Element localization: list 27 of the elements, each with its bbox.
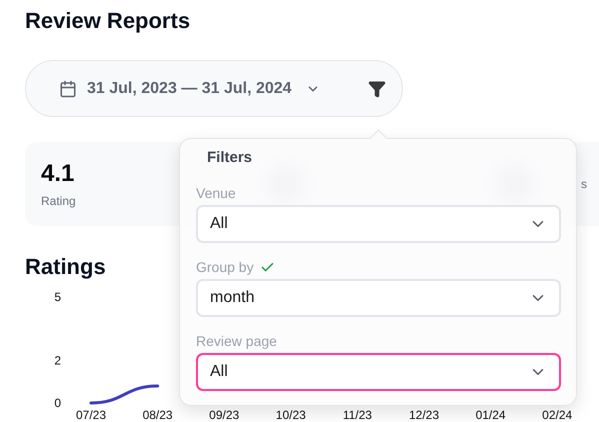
axis-tick-label: 5 — [54, 290, 61, 304]
axis-tick-label: 09/23 — [209, 408, 240, 422]
stat-value: 4.1 — [41, 160, 76, 188]
axis-tick-label: 10/23 — [276, 408, 306, 422]
calendar-icon — [59, 80, 77, 98]
stat-label: s — [581, 177, 587, 191]
section-title: Ratings — [25, 253, 106, 281]
axis-tick-label: 01/24 — [476, 408, 506, 422]
axis-tick-label: 0 — [54, 396, 61, 410]
popover-title: Filters — [207, 149, 254, 168]
stat-label: Rating — [41, 194, 76, 208]
filter-icon[interactable] — [368, 80, 386, 98]
axis-tick-label: 11/23 — [342, 408, 372, 422]
axis-tick-label: 08/23 — [142, 408, 173, 422]
axis-tick-label: 07/23 — [76, 408, 106, 422]
select-field[interactable]: All — [196, 353, 561, 391]
rating-line — [90, 384, 160, 404]
select-field[interactable]: month — [196, 279, 561, 317]
field-label: Group by — [196, 259, 254, 275]
axis-tick-label: 2 — [54, 354, 61, 368]
axis-tick-label: 02/24 — [542, 408, 572, 422]
select-field[interactable]: All — [196, 205, 561, 243]
date-range-button[interactable]: 31 Jul, 2023 — 31 Jul, 2024 — [25, 60, 403, 117]
field-label: Review page — [196, 333, 277, 349]
page-title: Review Reports — [25, 7, 192, 35]
axis-tick-label: 12/23 — [408, 408, 440, 422]
field-label: Venue — [196, 185, 236, 201]
